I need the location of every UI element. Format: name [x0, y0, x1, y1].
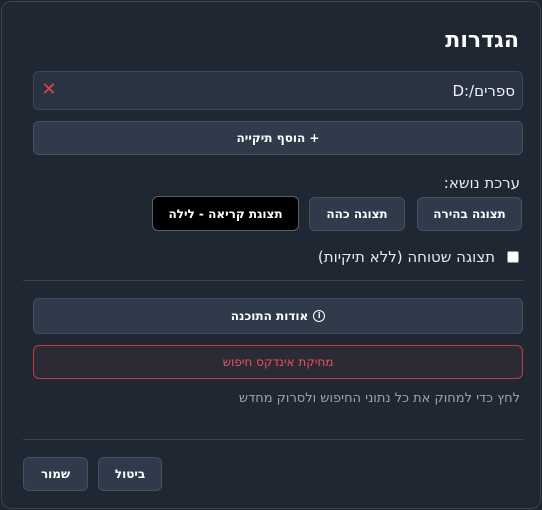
footer-divider: [23, 439, 523, 440]
add-folder-button[interactable]: + הוסף תיקייה: [33, 121, 523, 155]
flat-view-option[interactable]: תצוגה שטוחה (ללא תיקיות): [318, 248, 519, 266]
settings-dialog: הגדרות D:/ספרים ✕ + הוסף תיקייה ערכת נוש…: [1, 1, 541, 509]
clear-index-hint: לחץ כדי למחוק את כל נתוני החיפוש ולסרוק …: [238, 391, 520, 406]
theme-dark-button[interactable]: תצוגה כהה: [309, 197, 405, 231]
save-button[interactable]: שמור: [23, 457, 88, 491]
about-button[interactable]: i אודות התוכנה: [33, 298, 523, 334]
theme-night-reading-button[interactable]: תצוגת קריאה - לילה: [152, 196, 299, 231]
flat-view-label: תצוגה שטוחה (ללא תיקיות): [317, 248, 495, 266]
folder-item: D:/ספרים ✕: [33, 71, 523, 110]
dialog-title: הגדרות: [445, 28, 519, 53]
divider: [23, 280, 523, 281]
theme-light-button[interactable]: תצוגה בהירה: [417, 197, 522, 231]
flat-view-checkbox[interactable]: [507, 251, 519, 263]
clear-search-index-button[interactable]: מחיקת אינדקס חיפוש: [33, 345, 523, 379]
about-label: אודות התוכנה: [230, 309, 309, 323]
folder-path: D:/ספרים: [452, 82, 515, 100]
cancel-button[interactable]: ביטול: [98, 457, 162, 491]
info-icon: i: [313, 310, 326, 322]
close-icon[interactable]: ✕: [40, 80, 58, 100]
theme-label: ערכת נושא:: [443, 174, 520, 192]
